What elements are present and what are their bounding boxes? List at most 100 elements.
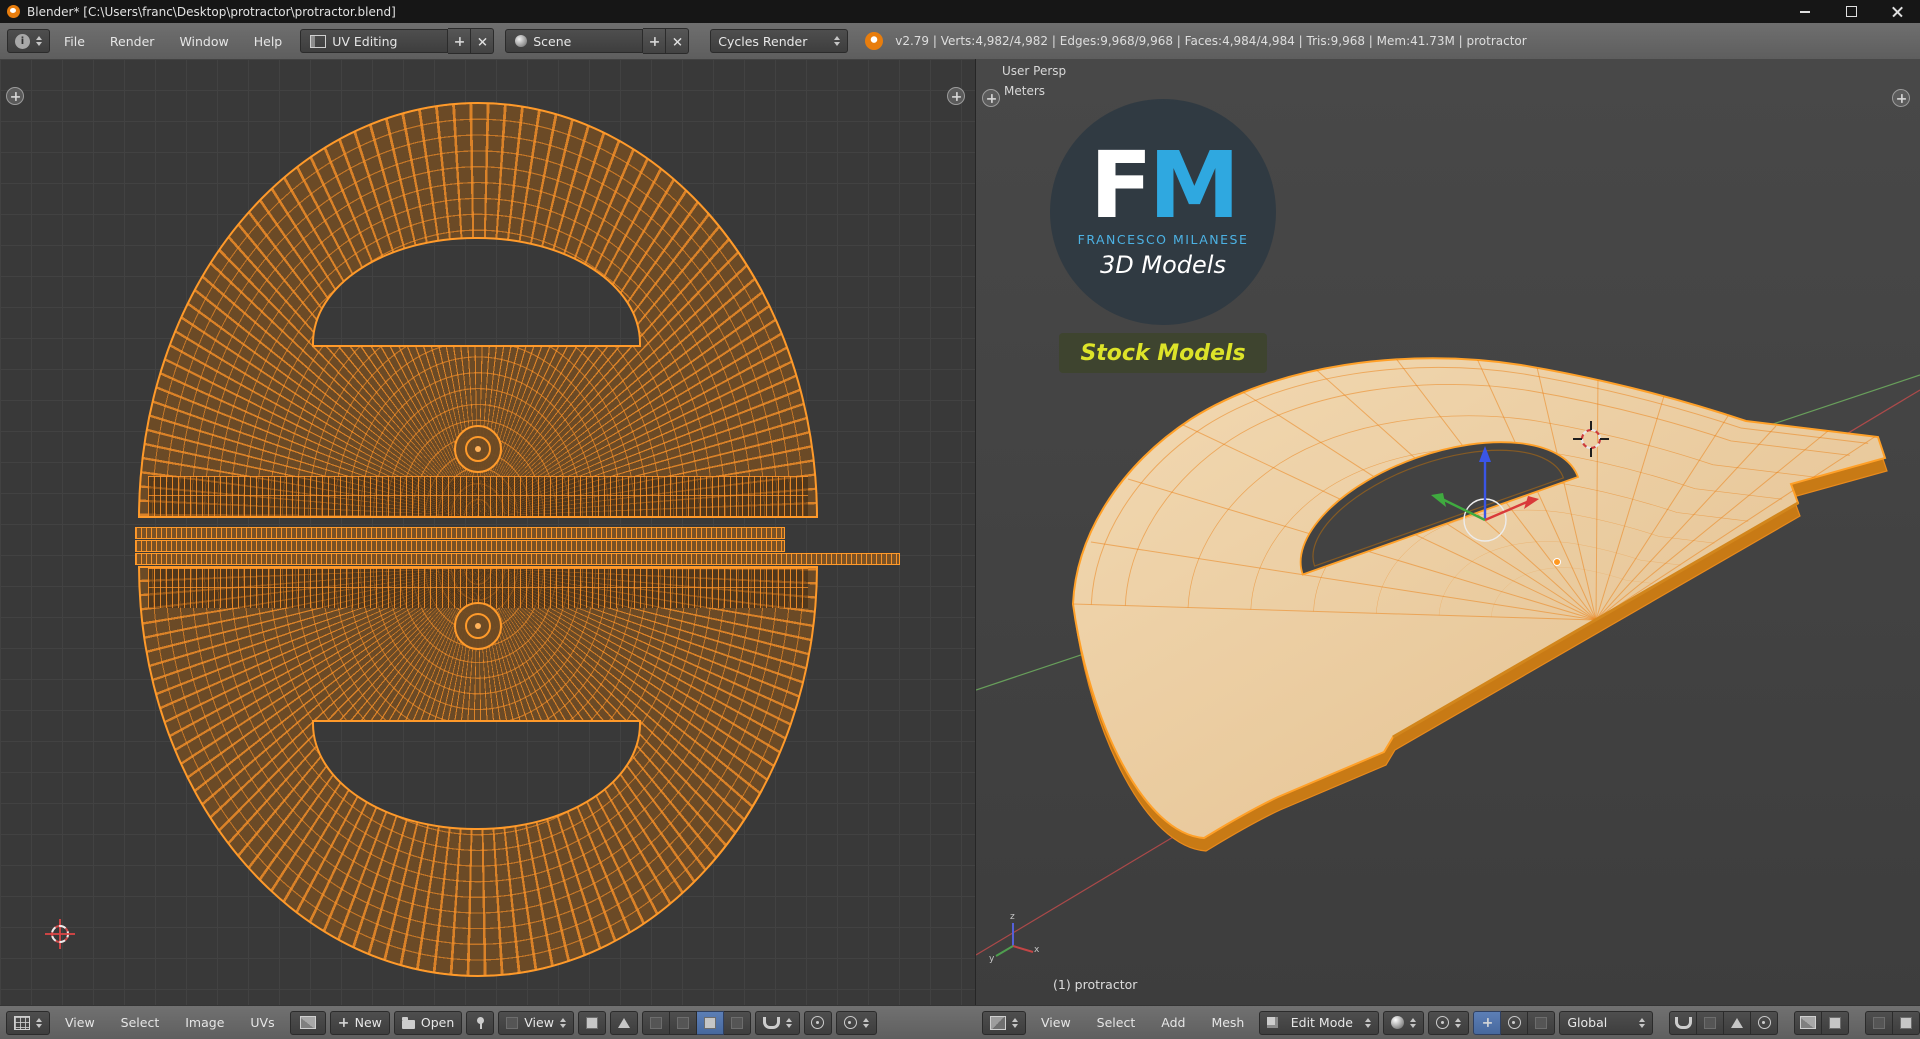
- editor-type-info-button[interactable]: i: [7, 29, 50, 53]
- uv-select-face-button[interactable]: [696, 1010, 724, 1035]
- magnet-icon: [762, 1016, 780, 1029]
- scene-delete-button[interactable]: [666, 28, 690, 54]
- menu-window[interactable]: Window: [168, 34, 239, 49]
- copy-pose-button[interactable]: [1865, 1010, 1894, 1035]
- render-anim-button[interactable]: [1822, 1010, 1850, 1035]
- face-select-icon: [703, 1016, 716, 1029]
- uv-editor-pane: View Select Image UVs New Open View: [0, 59, 976, 1039]
- pivot-label: View: [524, 1015, 554, 1030]
- editor-type-uv-button[interactable]: [6, 1010, 50, 1035]
- chevron-updown-icon: [559, 1017, 566, 1028]
- uv-edge-strip[interactable]: [135, 553, 900, 565]
- chevron-updown-icon: [1365, 1017, 1372, 1028]
- image-icon: [299, 1016, 316, 1029]
- island-select-icon: [730, 1016, 743, 1029]
- mode-combo[interactable]: Edit Mode: [1259, 1010, 1380, 1035]
- scene-browse[interactable]: Scene: [505, 29, 644, 53]
- uv-falloff-combo[interactable]: [835, 1010, 877, 1035]
- mode-label: Edit Mode: [1290, 1015, 1353, 1030]
- image-new-button[interactable]: New: [329, 1010, 390, 1035]
- viewport-3d-canvas[interactable]: FM FRANCESCO MILANESE 3D Models Stock Mo…: [976, 59, 1920, 1006]
- paste-pose-button[interactable]: [1893, 1010, 1920, 1035]
- uv-sync-select-button[interactable]: [577, 1010, 606, 1035]
- screen-layout-browse[interactable]: UV Editing: [300, 29, 449, 53]
- blender-window: Blender* [C:\Users\franc\Desktop\protrac…: [0, 0, 1920, 1039]
- uv-select-vertex-button[interactable]: [641, 1010, 670, 1035]
- fm-logo-letters: FM: [1089, 132, 1240, 240]
- v3d-menu-mesh[interactable]: Mesh: [1200, 1015, 1255, 1030]
- extra-tools-group: [1865, 1010, 1920, 1035]
- chevron-updown-icon: [36, 36, 42, 46]
- chevron-updown-icon: [36, 1017, 42, 1028]
- info-header: i File Render Window Help UV Editing Sce…: [0, 23, 1920, 60]
- scene-add-button[interactable]: [643, 28, 667, 54]
- v3d-menu-view[interactable]: View: [1030, 1015, 1082, 1030]
- region-toggle-icon[interactable]: [982, 89, 1000, 107]
- uv-menu-view[interactable]: View: [54, 1015, 106, 1030]
- render-engine-combo[interactable]: Cycles Render: [710, 29, 849, 53]
- region-toggle-icon[interactable]: [947, 87, 965, 105]
- uv-menu-select[interactable]: Select: [110, 1015, 171, 1030]
- menu-help[interactable]: Help: [243, 34, 294, 49]
- uv-canvas[interactable]: [0, 59, 976, 1006]
- manipulator-scale-button[interactable]: [1528, 1010, 1556, 1035]
- screen-layout-name: UV Editing: [332, 33, 398, 49]
- uv-snap-combo[interactable]: [754, 1010, 800, 1035]
- uv-proportional-button[interactable]: [803, 1010, 832, 1035]
- image-pin-button[interactable]: [466, 1010, 495, 1035]
- uv-select-island-button[interactable]: [723, 1010, 751, 1035]
- pin-icon: [476, 1016, 484, 1029]
- viewport-editor-icon: [990, 1015, 1006, 1030]
- render-still-button[interactable]: [1794, 1010, 1823, 1035]
- region-toggle-icon[interactable]: [1892, 89, 1910, 107]
- plus-icon: [649, 36, 659, 46]
- chevron-updown-icon: [1639, 1017, 1646, 1028]
- menu-file[interactable]: File: [53, 34, 96, 49]
- orientation-combo[interactable]: Global: [1559, 1010, 1654, 1035]
- uv-edge-strip[interactable]: [135, 540, 785, 552]
- minimize-button[interactable]: [1782, 0, 1828, 23]
- scale-icon: [1535, 1016, 1548, 1029]
- viewport-3d-header: View Select Add Mesh Edit Mode Global: [976, 1005, 1920, 1039]
- v3d-menu-add[interactable]: Add: [1150, 1015, 1196, 1030]
- screen-layout-add-button[interactable]: [448, 28, 472, 54]
- editor-type-3d-button[interactable]: [982, 1010, 1026, 1035]
- copy-icon: [1873, 1016, 1886, 1029]
- snap-element-button[interactable]: [1697, 1010, 1725, 1035]
- uv-pivot-island-top[interactable]: [454, 425, 502, 473]
- uv-pivot-combo[interactable]: View: [498, 1010, 574, 1035]
- chevron-updown-icon: [862, 1017, 869, 1028]
- manipulator-rotate-button[interactable]: [1501, 1010, 1529, 1035]
- vertex-select-icon: [649, 1016, 662, 1029]
- sticky-icon: [617, 1017, 630, 1028]
- pivot-center-icon: [1436, 1016, 1450, 1029]
- image-browse-button[interactable]: [289, 1010, 326, 1035]
- menu-render[interactable]: Render: [99, 34, 166, 49]
- uv-sticky-select-button[interactable]: [609, 1010, 638, 1035]
- uv-2d-cursor[interactable]: [45, 919, 75, 949]
- sync-icon: [585, 1016, 598, 1029]
- v3d-menu-select[interactable]: Select: [1086, 1015, 1147, 1030]
- uv-pivot-island-bottom[interactable]: [454, 602, 502, 650]
- proportional-edit-button[interactable]: [1751, 1010, 1779, 1035]
- uv-menu-uvs[interactable]: UVs: [239, 1015, 285, 1030]
- snap-target-button[interactable]: [1724, 1010, 1752, 1035]
- region-toggle-icon[interactable]: [6, 87, 24, 105]
- uv-select-edge-button[interactable]: [669, 1010, 697, 1035]
- rotate-icon: [1507, 1016, 1521, 1029]
- maximize-button[interactable]: [1828, 0, 1874, 23]
- axis-y-label: y: [989, 954, 995, 964]
- falloff-icon: [843, 1016, 857, 1029]
- uv-edge-strip[interactable]: [135, 527, 785, 539]
- chevron-updown-icon: [1410, 1017, 1417, 1028]
- manipulator-translate-button[interactable]: [1473, 1010, 1502, 1035]
- close-button[interactable]: [1874, 0, 1920, 23]
- uv-menu-image[interactable]: Image: [174, 1015, 235, 1030]
- screen-layout-delete-button[interactable]: [471, 28, 495, 54]
- snap-toggle-button[interactable]: [1669, 1010, 1698, 1035]
- image-open-button[interactable]: Open: [393, 1010, 463, 1035]
- close-icon: [673, 37, 681, 45]
- shading-combo[interactable]: [1383, 1010, 1425, 1035]
- folder-icon: [401, 1016, 415, 1029]
- pivot-center-combo[interactable]: [1428, 1010, 1470, 1035]
